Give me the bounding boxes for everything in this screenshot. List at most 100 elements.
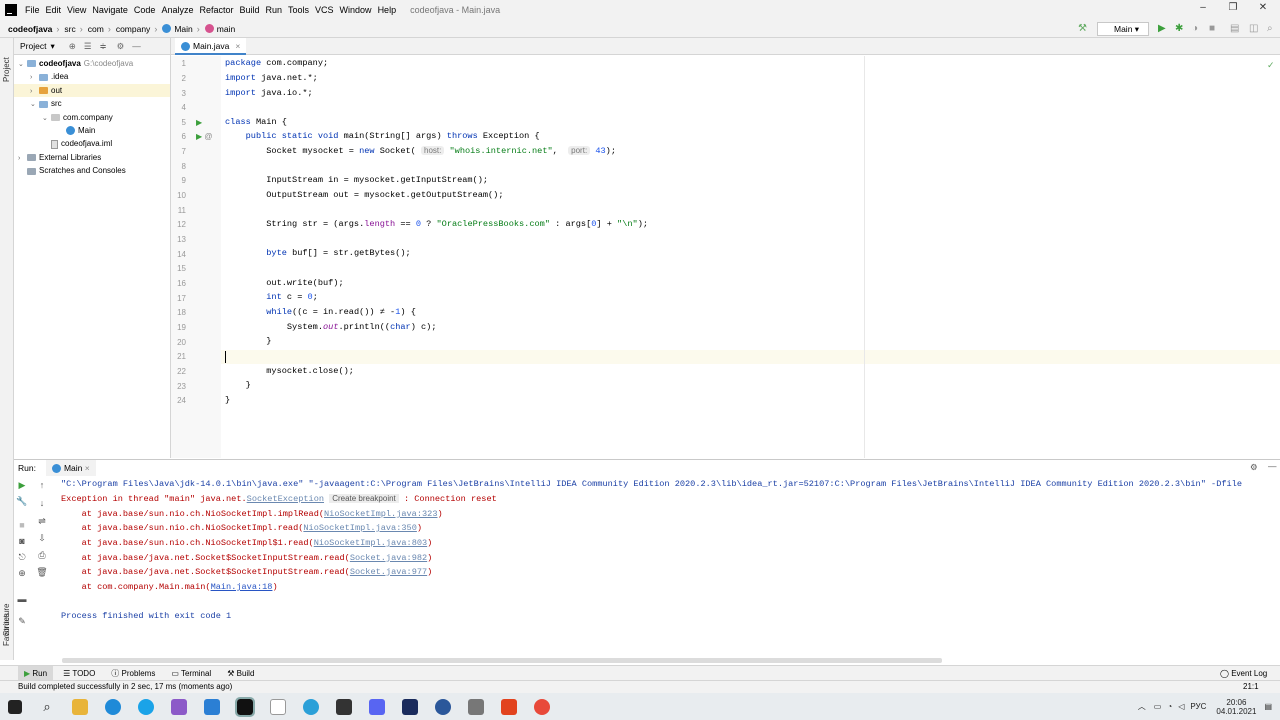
inspection-ok-icon[interactable]: ✓	[1267, 60, 1275, 71]
rerun-icon[interactable]: ▶	[14, 480, 30, 491]
tab-build[interactable]: ⚒ Build	[221, 666, 260, 681]
source-link[interactable]: Main.java:18	[211, 582, 273, 592]
keyboard-language[interactable]: РУС	[1190, 702, 1206, 711]
volume-icon[interactable]: ◁	[1178, 702, 1184, 711]
menu-refactor[interactable]: Refactor	[199, 5, 233, 15]
search-icon[interactable]: ⌕	[1267, 23, 1273, 34]
tree-item-package[interactable]: ⌄ com.company	[14, 111, 170, 124]
coverage-icon[interactable]: ◑	[1192, 23, 1198, 34]
visual-studio-icon[interactable]	[171, 698, 187, 715]
menu-vcs[interactable]: VCS	[315, 5, 334, 15]
source-link[interactable]: NioSocketImpl.java:803	[314, 538, 427, 548]
settings-gear-icon[interactable]: ⚙	[1250, 462, 1258, 473]
source-link[interactable]: Socket.java:982	[350, 553, 427, 563]
structure-icon[interactable]: ▤	[1230, 23, 1239, 34]
print-icon[interactable]: ⎙	[34, 550, 50, 561]
chrome-icon[interactable]	[534, 698, 550, 715]
crumb-project[interactable]: codeofjava	[8, 24, 52, 34]
tree-item-src[interactable]: ⌄ src	[14, 97, 170, 110]
terminal-taskbar-icon[interactable]	[336, 698, 352, 715]
vscode-icon[interactable]	[204, 698, 220, 715]
wifi-icon[interactable]: ◔	[1167, 702, 1172, 711]
collapse-all-icon[interactable]: ≑	[100, 41, 107, 52]
menu-code[interactable]: Code	[134, 5, 156, 15]
crumb-com[interactable]: com	[88, 24, 104, 34]
source-link[interactable]: Socket.java:977	[350, 567, 427, 577]
windows-start-icon[interactable]	[8, 699, 22, 714]
minimize-button[interactable]: –	[1196, 2, 1210, 16]
photoshop-icon[interactable]	[402, 698, 418, 715]
run-gutter-icon[interactable]: ▶ @	[196, 132, 213, 141]
debug-icon[interactable]: ✱	[1175, 23, 1183, 34]
locate-icon[interactable]: ⊕	[69, 41, 76, 52]
tree-item-out[interactable]: › out	[14, 83, 170, 98]
gear-icon[interactable]: ⚙	[117, 41, 125, 52]
wrench-icon[interactable]: 🔧	[14, 496, 30, 507]
camera-icon[interactable]: ◙	[14, 536, 30, 546]
tree-item-iml[interactable]: codeofjava.iml	[14, 137, 170, 150]
clock[interactable]: 20:06 04.01.2021	[1216, 698, 1256, 716]
caret-position[interactable]: 21:1	[1243, 681, 1259, 693]
project-view-select[interactable]: Project	[20, 41, 46, 51]
exception-link[interactable]: SocketException	[247, 494, 324, 504]
project-tool-button[interactable]: Project	[2, 57, 11, 82]
create-breakpoint-link[interactable]: Create breakpoint	[329, 494, 399, 503]
crumb-company[interactable]: company	[116, 24, 151, 34]
down-arrow-icon[interactable]: ↓	[34, 498, 50, 508]
menu-window[interactable]: Window	[340, 5, 372, 15]
hide-panel-icon[interactable]: —	[1268, 461, 1277, 471]
notepad-icon[interactable]	[270, 698, 286, 715]
tree-item-scratches[interactable]: Scratches and Consoles	[14, 164, 170, 177]
run-gutter-icon[interactable]: ▶	[196, 118, 202, 127]
skype-icon[interactable]	[138, 698, 154, 715]
network-icon[interactable]: ▭	[1154, 702, 1162, 711]
settings-app-icon[interactable]	[468, 698, 484, 715]
trash-icon[interactable]: 🗑	[34, 567, 50, 578]
edge-icon[interactable]	[105, 698, 121, 715]
tree-item-project-root[interactable]: ⌄ codeofjava G:\codeofjava	[14, 57, 170, 70]
hide-icon[interactable]: —	[132, 41, 141, 51]
tab-main-java[interactable]: Main.java ×	[175, 38, 247, 55]
console-horizontal-scrollbar[interactable]	[62, 658, 942, 663]
office-icon[interactable]	[501, 698, 517, 715]
tree-item-idea[interactable]: › .idea	[14, 70, 170, 83]
menu-tools[interactable]: Tools	[288, 5, 309, 15]
hammer-icon[interactable]: ⚒	[1078, 23, 1087, 34]
menu-help[interactable]: Help	[378, 5, 397, 15]
telegram-icon[interactable]	[303, 698, 319, 715]
layout-icon[interactable]: ▬	[14, 594, 30, 604]
tab-problems[interactable]: ⓘ Problems	[105, 666, 161, 681]
source-link[interactable]: NioSocketImpl.java:350	[303, 523, 416, 533]
chevron-up-icon[interactable]: ︿	[1138, 701, 1146, 712]
pin-icon[interactable]: ⊕	[14, 568, 30, 579]
close-tab-icon[interactable]: ×	[235, 41, 240, 51]
file-explorer-icon[interactable]	[72, 698, 88, 715]
menu-file[interactable]: File	[25, 5, 40, 15]
crumb-src[interactable]: src	[64, 24, 75, 34]
exit-icon[interactable]: ⎋	[14, 552, 30, 563]
menu-edit[interactable]: Edit	[46, 5, 62, 15]
settings-icon[interactable]: ◫	[1249, 23, 1258, 34]
up-arrow-icon[interactable]: ↑	[34, 480, 50, 490]
run-config-select[interactable]: Main ▾	[1097, 22, 1149, 36]
status-message[interactable]: Build completed successfully in 2 sec, 1…	[18, 682, 232, 691]
menu-run[interactable]: Run	[266, 5, 283, 15]
stop-run-icon[interactable]: ■	[14, 520, 30, 530]
menu-view[interactable]: View	[67, 5, 86, 15]
tree-item-main[interactable]: Main	[14, 124, 170, 137]
close-window-button[interactable]: ✕	[1256, 2, 1270, 16]
menu-analyze[interactable]: Analyze	[161, 5, 193, 15]
word-icon[interactable]	[435, 698, 451, 715]
scroll-to-end-icon[interactable]: ⇩	[34, 533, 50, 544]
pin-tab-icon[interactable]: ✎	[14, 616, 30, 627]
run-tab-main[interactable]: Main ×	[45, 460, 96, 476]
favorites-tool-button[interactable]: Favorites	[2, 613, 11, 646]
tree-item-external-libraries[interactable]: › External Libraries	[14, 151, 170, 164]
expand-all-icon[interactable]: ☰	[84, 41, 92, 52]
crumb-main[interactable]: Main	[174, 24, 192, 34]
soft-wrap-icon[interactable]: ⇌	[34, 516, 50, 527]
search-taskbar-icon[interactable]: ⌕	[39, 699, 55, 715]
menu-navigate[interactable]: Navigate	[92, 5, 128, 15]
tab-todo[interactable]: ☰ TODO	[57, 666, 101, 681]
tab-terminal[interactable]: ▭ Terminal	[165, 666, 217, 681]
